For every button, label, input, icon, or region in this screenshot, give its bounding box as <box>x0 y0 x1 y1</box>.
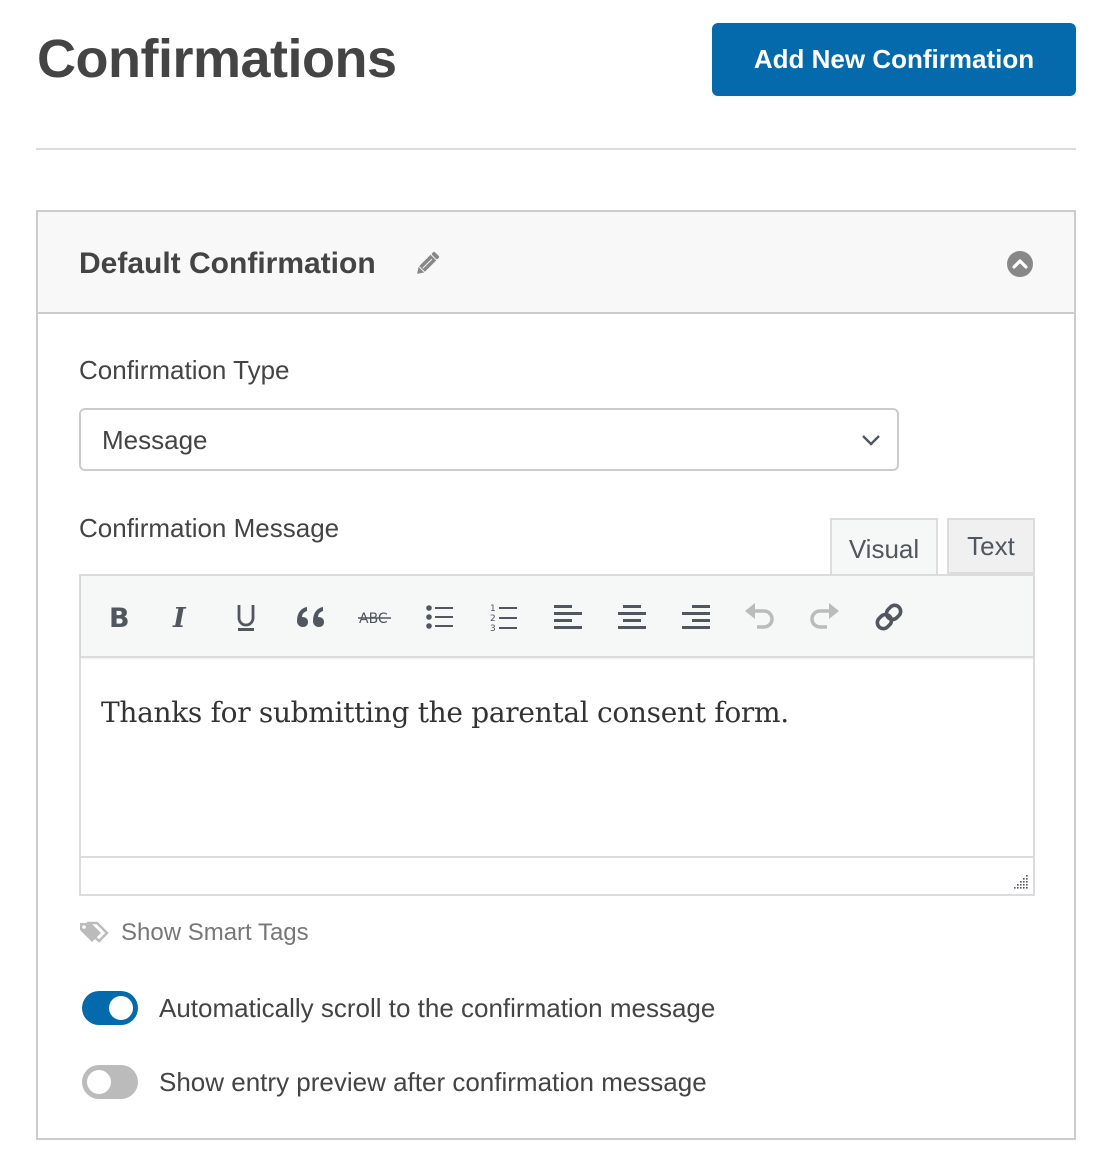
underline-button[interactable] <box>226 597 266 637</box>
chevron-down-icon <box>862 435 880 446</box>
numbered-list-button[interactable]: 1 2 3 <box>484 597 524 637</box>
svg-text:ABC: ABC <box>359 611 388 627</box>
confirmation-type-select[interactable]: Message <box>79 408 899 471</box>
blockquote-button[interactable] <box>291 597 331 637</box>
pencil-icon[interactable] <box>412 249 442 279</box>
auto-scroll-label: Automatically scroll to the confirmation… <box>159 992 716 1023</box>
add-new-confirmation-button[interactable]: Add New Confirmation <box>712 23 1076 96</box>
insert-link-button[interactable] <box>869 597 909 637</box>
svg-text:3: 3 <box>490 624 496 632</box>
numbered-list-icon: 1 2 3 <box>490 604 517 632</box>
svg-text:B: B <box>109 603 130 631</box>
align-center-button[interactable] <box>612 597 652 637</box>
bulleted-list-icon <box>426 605 453 629</box>
strikethrough-button[interactable]: ABC <box>355 597 395 637</box>
default-confirmation-panel: Default Confirmation Confirmation Type M… <box>36 210 1076 1140</box>
tab-text[interactable]: Text <box>947 518 1035 574</box>
smart-tags-label: Show Smart Tags <box>121 919 309 946</box>
auto-scroll-toggle-row: Automatically scroll to the confirmation… <box>82 991 715 1025</box>
confirmation-message-label: Confirmation Message <box>79 513 340 543</box>
entry-preview-label: Show entry preview after confirmation me… <box>159 1066 707 1097</box>
chevron-up-circle-icon[interactable] <box>1006 250 1034 278</box>
strikethrough-icon: ABC <box>358 611 391 627</box>
bold-icon: B <box>109 603 130 631</box>
undo-icon <box>745 603 774 629</box>
svg-text:2: 2 <box>490 614 496 624</box>
resize-handle-icon[interactable] <box>1011 872 1029 890</box>
show-smart-tags-link[interactable]: Show Smart Tags <box>79 919 309 947</box>
confirmations-page: Confirmations Add New Confirmation Defau… <box>0 0 1116 1173</box>
align-center-icon <box>618 605 646 629</box>
header-divider <box>36 148 1076 150</box>
underline-icon <box>237 605 255 631</box>
tab-visual[interactable]: Visual <box>830 518 938 578</box>
align-left-icon <box>554 605 582 629</box>
italic-icon: I <box>172 603 187 631</box>
toggle-knob <box>109 996 133 1020</box>
editor-content[interactable]: Thanks for submitting the parental conse… <box>101 696 789 729</box>
redo-icon <box>810 603 839 629</box>
editor-statusbar <box>81 856 1033 894</box>
panel-title: Default Confirmation <box>79 247 376 280</box>
svg-text:I: I <box>172 603 187 631</box>
editor-toolbar: B I ABC 1 2 3 <box>81 576 1033 658</box>
panel-header[interactable]: Default Confirmation <box>38 212 1074 314</box>
quote-icon <box>297 607 324 627</box>
confirmation-type-label: Confirmation Type <box>79 355 290 385</box>
auto-scroll-toggle[interactable] <box>82 991 138 1025</box>
redo-button[interactable] <box>804 597 844 637</box>
undo-button[interactable] <box>740 597 780 637</box>
italic-button[interactable]: I <box>162 597 202 637</box>
align-right-button[interactable] <box>676 597 716 637</box>
link-icon <box>875 603 903 631</box>
message-editor: B I ABC 1 2 3 Thanks for submitting the … <box>79 574 1035 896</box>
page-title: Confirmations <box>37 29 397 89</box>
bold-button[interactable]: B <box>99 597 139 637</box>
tags-icon <box>80 921 109 943</box>
toggle-knob <box>87 1070 111 1094</box>
svg-text:1: 1 <box>490 604 496 614</box>
entry-preview-toggle[interactable] <box>82 1065 138 1099</box>
confirmation-type-value: Message <box>102 425 208 455</box>
align-right-icon <box>682 605 710 629</box>
align-left-button[interactable] <box>548 597 588 637</box>
bulleted-list-button[interactable] <box>420 597 460 637</box>
entry-preview-toggle-row: Show entry preview after confirmation me… <box>82 1065 707 1099</box>
